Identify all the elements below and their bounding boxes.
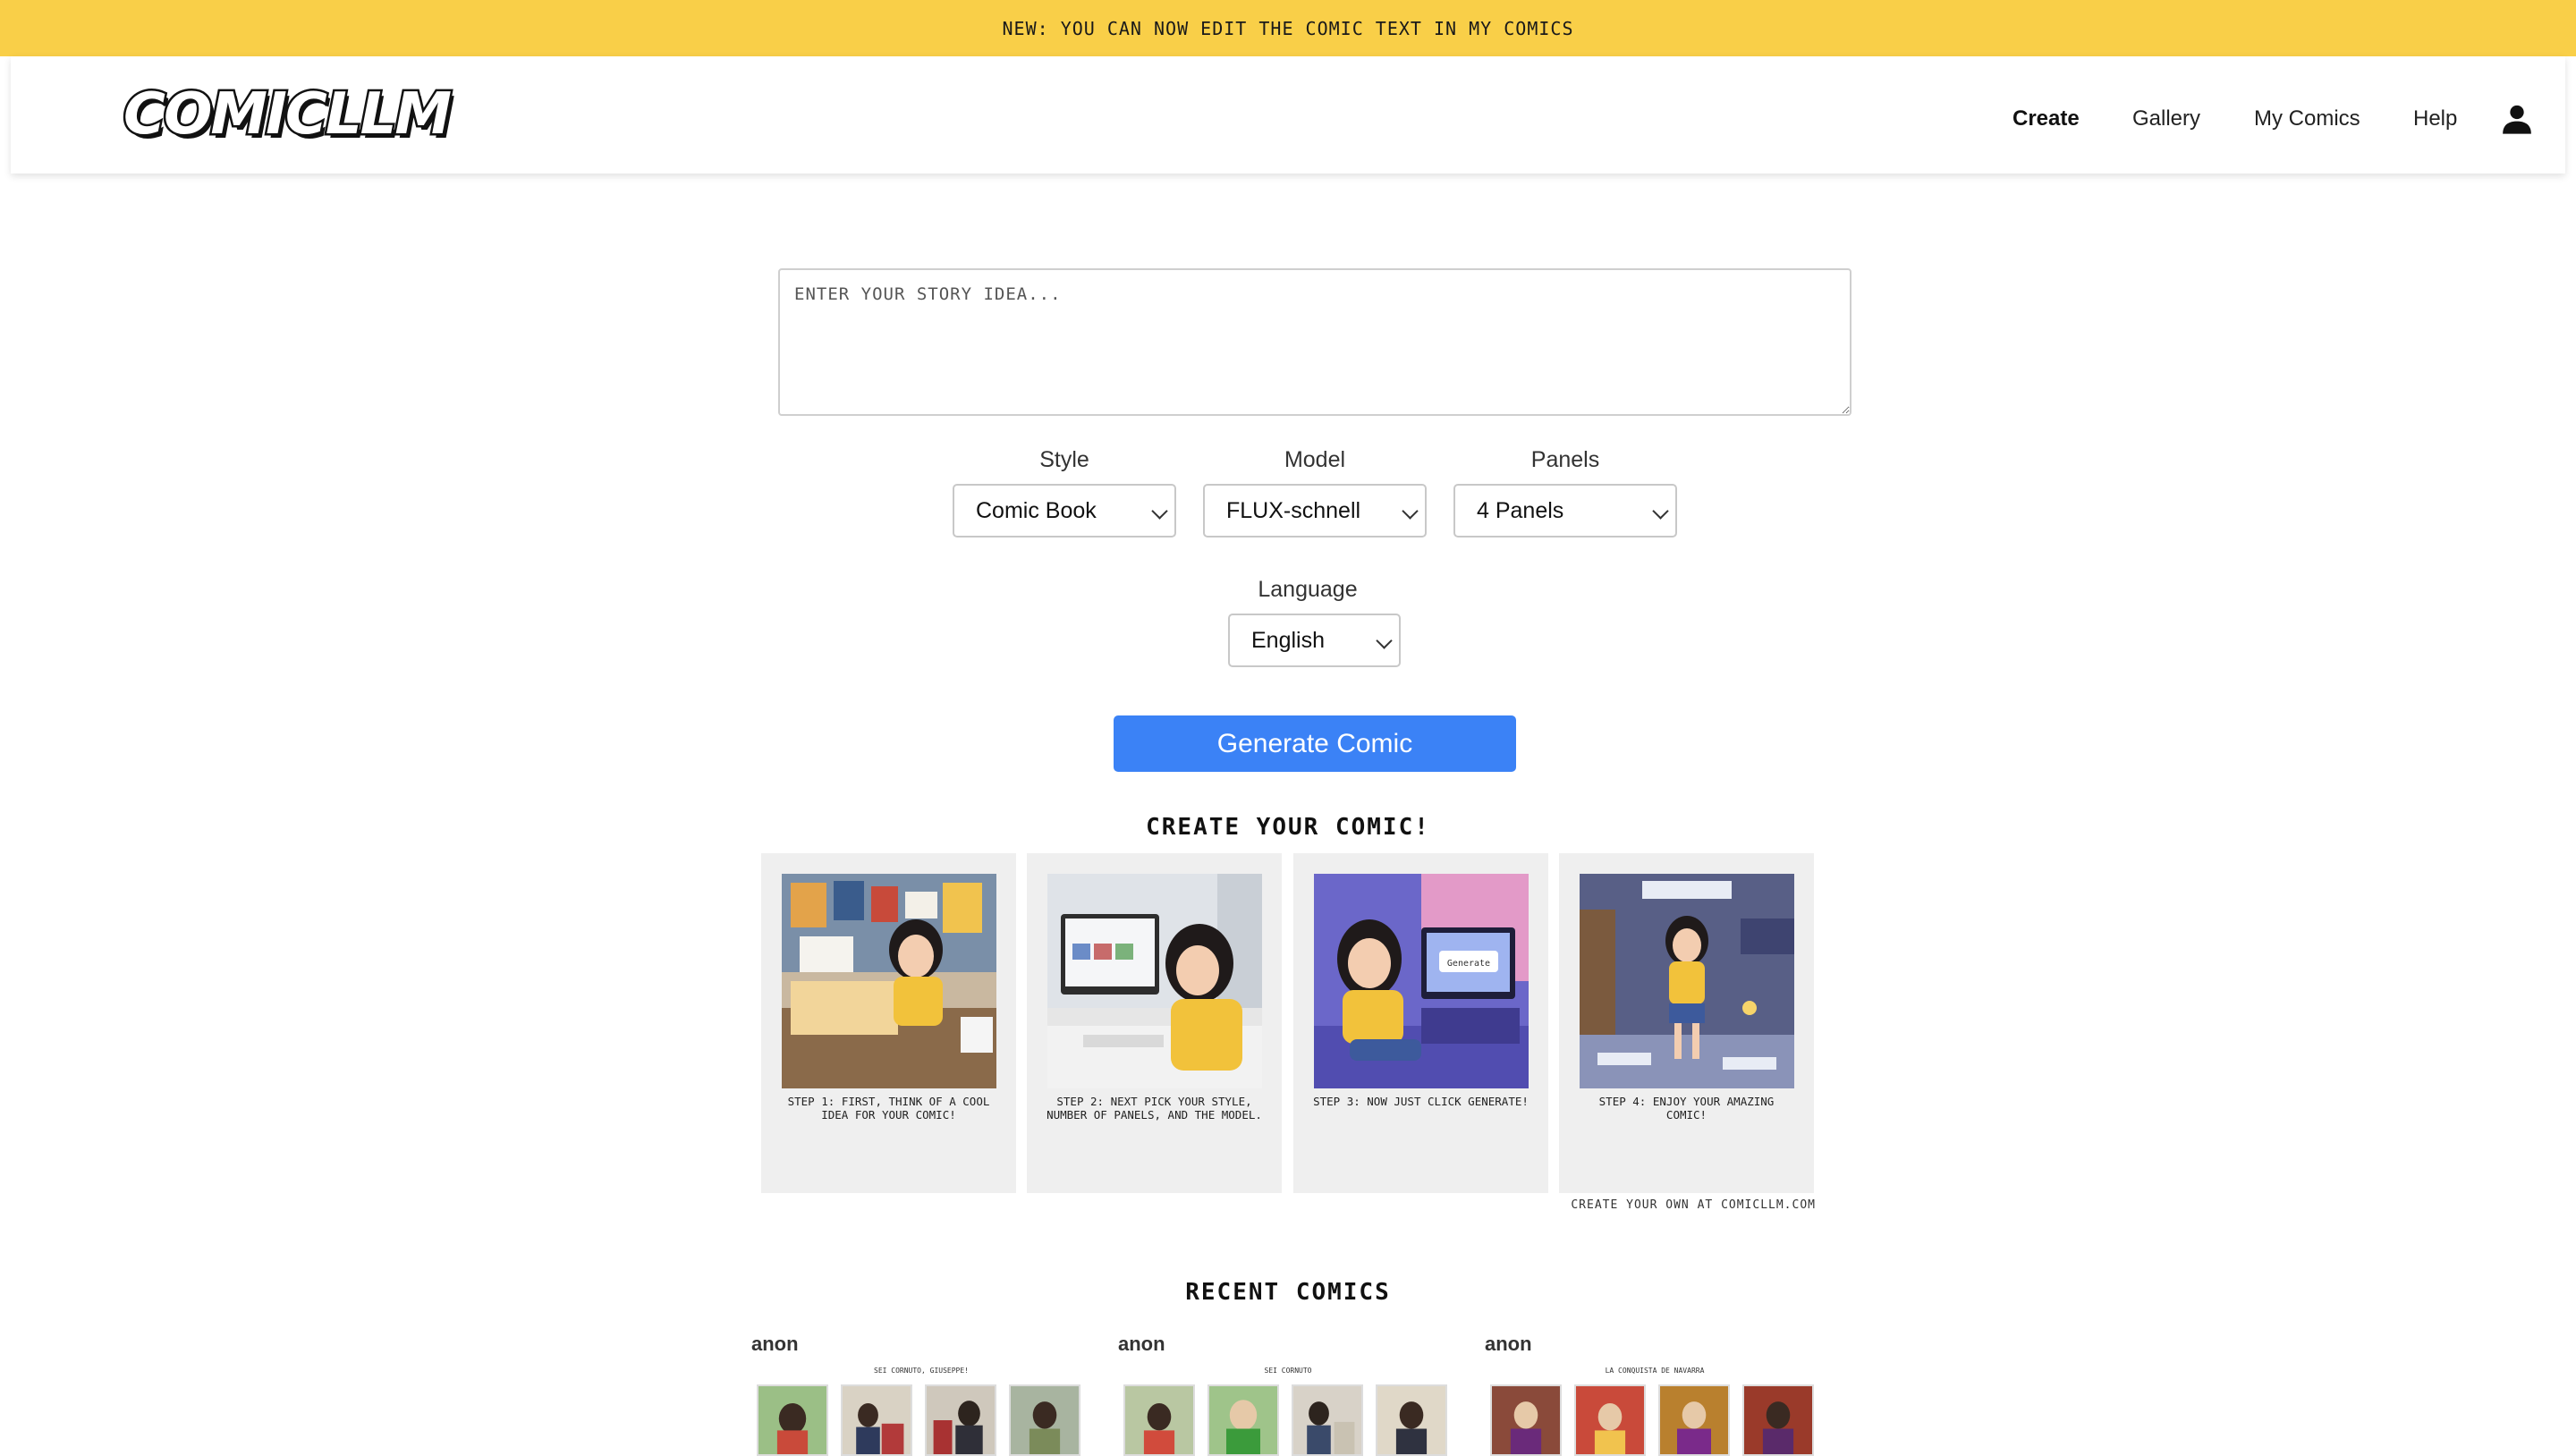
panels-label: Panels [1530, 447, 1600, 472]
story-idea-input[interactable] [778, 268, 1852, 416]
comic-thumbnail[interactable] [1292, 1384, 1363, 1456]
step-1-illustration [782, 874, 996, 1088]
comic-thumbnail[interactable] [1490, 1384, 1562, 1456]
style-select-value: Comic Book [976, 498, 1097, 523]
model-select-value: FLUX-schnell [1226, 498, 1361, 523]
chevron-down-icon [1402, 503, 1419, 520]
language-select-value: English [1251, 628, 1325, 653]
panels-select-value: 4 Panels [1477, 498, 1564, 523]
language-label: Language [1258, 577, 1358, 602]
step-3-illustration: Generate [1314, 874, 1529, 1088]
nav-my-comics[interactable]: My Comics [2254, 99, 2360, 139]
recent-comic-author: anon [751, 1333, 799, 1355]
step-card-3: Generate STEP 3: NOW JUST CLICK GENERATE… [1293, 853, 1548, 1193]
comic-thumbnail[interactable] [925, 1384, 996, 1456]
step-4-caption: STEP 4: ENJOY YOUR AMAZING COMIC! [1598, 1095, 1775, 1122]
step-3-caption: STEP 3: NOW JUST CLICK GENERATE! [1313, 1095, 1529, 1108]
chevron-down-icon [1652, 503, 1669, 520]
style-select[interactable]: Comic Book [953, 484, 1176, 538]
comic-thumbnail[interactable] [757, 1384, 828, 1456]
step-card-1: STEP 1: FIRST, THINK OF A COOL IDEA FOR … [761, 853, 1016, 1193]
recent-comic-author: anon [1118, 1333, 1165, 1355]
model-select[interactable]: FLUX-schnell [1203, 484, 1427, 538]
person-icon[interactable] [2499, 101, 2535, 137]
style-label: Style [1039, 447, 1089, 472]
generate-comic-button[interactable]: Generate Comic [1114, 715, 1516, 772]
comic-thumbnail[interactable] [1574, 1384, 1646, 1456]
language-select[interactable]: English [1228, 614, 1401, 667]
logo[interactable]: COMICLLM [121, 78, 453, 151]
announcement-text: NEW: YOU CAN NOW EDIT THE COMIC TEXT IN … [1002, 17, 1574, 39]
comic-thumbnail[interactable] [1376, 1384, 1447, 1456]
panels-select[interactable]: 4 Panels [1453, 484, 1677, 538]
credit-text: CREATE YOUR OWN AT COMICLLM.COM [1571, 1198, 1816, 1212]
recent-comics-heading: RECENT COMICS [1185, 1279, 1391, 1306]
announcement-banner: NEW: YOU CAN NOW EDIT THE COMIC TEXT IN … [0, 0, 2576, 56]
step-4-illustration [1580, 874, 1794, 1088]
comic-thumbnail[interactable] [1123, 1384, 1195, 1456]
recent-comic-author: anon [1485, 1333, 1532, 1355]
comic-thumbnail[interactable] [1009, 1384, 1080, 1456]
comic-thumbnail[interactable] [1658, 1384, 1730, 1456]
nav-gallery[interactable]: Gallery [2132, 99, 2200, 139]
screen-generate-text: Generate [1447, 959, 1490, 969]
comic-thumbnail[interactable] [1208, 1384, 1279, 1456]
step-card-4: STEP 4: ENJOY YOUR AMAZING COMIC! [1559, 853, 1814, 1193]
recent-comic-title: SEI CORNUTO [1264, 1367, 1312, 1375]
comic-thumbnail[interactable] [841, 1384, 912, 1456]
navbar: COMICLLM Create Gallery My Comics Help [11, 56, 2565, 174]
chevron-down-icon [1376, 632, 1393, 649]
step-2-illustration [1047, 874, 1262, 1088]
recent-comic-title: LA CONQUISTA DE NAVARRA [1605, 1367, 1705, 1375]
recent-comic-title: SEI CORNUTO, GIUSEPPE! [874, 1367, 969, 1375]
nav-create[interactable]: Create [2012, 99, 2080, 139]
nav-help[interactable]: Help [2413, 99, 2457, 139]
create-your-comic-heading: CREATE YOUR COMIC! [1146, 814, 1430, 841]
step-2-caption: STEP 2: NEXT PICK YOUR STYLE, NUMBER OF … [1046, 1095, 1262, 1122]
step-card-2: STEP 2: NEXT PICK YOUR STYLE, NUMBER OF … [1027, 853, 1282, 1193]
step-1-caption: STEP 1: FIRST, THINK OF A COOL IDEA FOR … [787, 1095, 990, 1122]
model-label: Model [1284, 447, 1346, 472]
chevron-down-icon [1151, 503, 1168, 520]
comic-thumbnail[interactable] [1742, 1384, 1814, 1456]
